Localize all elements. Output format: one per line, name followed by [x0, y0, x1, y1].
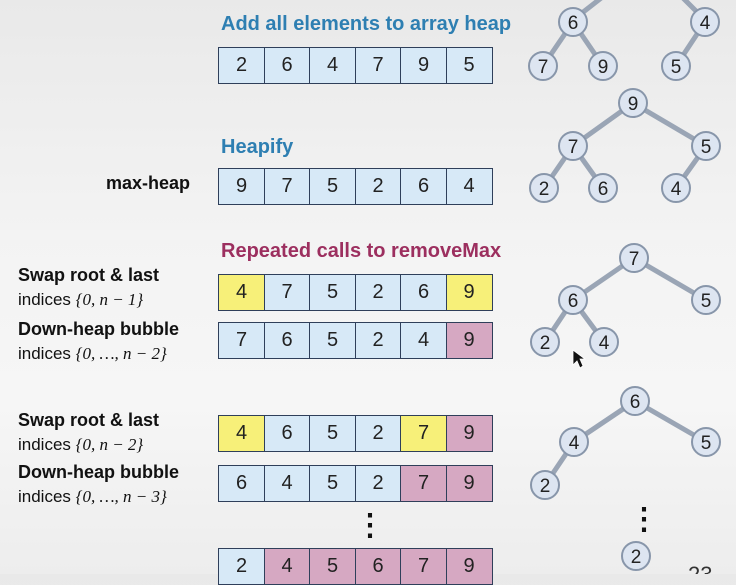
tree-after-removemax-2: 6 4 5 2 [530, 386, 721, 500]
tree-node: 9 [618, 88, 648, 118]
page-number: 23 [688, 562, 712, 574]
tree-node-label: 4 [671, 179, 682, 200]
tree-node: 5 [691, 427, 721, 457]
tree-node: 2 [529, 173, 559, 203]
tree-node: 9 [588, 51, 618, 81]
tree-node: 6 [558, 285, 588, 315]
tree-node: 7 [619, 243, 649, 273]
tree-node: 7 [528, 51, 558, 81]
heap-trees: 6 4 7 9 5 9 7 5 2 6 4 7 6 5 2 4 6 4 5 2 … [528, 0, 721, 574]
tree-node: 6 [558, 7, 588, 37]
tree-node-label: 9 [628, 94, 639, 115]
tree-node: 5 [691, 131, 721, 161]
tree-node-label: 7 [629, 249, 640, 270]
tree-node: 4 [589, 327, 619, 357]
tree-node: 7 [558, 131, 588, 161]
tree-node-label: 4 [569, 433, 580, 454]
tree-node-label: 4 [700, 13, 711, 34]
tree-initial: 6 4 7 9 5 [528, 0, 720, 81]
tree-after-removemax-1: 7 6 5 2 4 [530, 243, 721, 357]
tree-node-label: 6 [598, 179, 609, 200]
tree-node-label: 2 [631, 547, 642, 568]
tree-node-label: 2 [539, 179, 550, 200]
tree-node: 6 [620, 386, 650, 416]
tree-node-label: 9 [598, 57, 609, 78]
tree-node: 6 [588, 173, 618, 203]
tree-node-label: 5 [671, 57, 682, 78]
tree-node: 2 [621, 541, 651, 571]
tree-node-label: 5 [701, 137, 712, 158]
tree-node: 5 [691, 285, 721, 315]
tree-node-label: 5 [701, 291, 712, 312]
tree-node: 4 [559, 427, 589, 457]
tree-node-label: 7 [568, 137, 579, 158]
tree-node-label: 6 [568, 291, 579, 312]
tree-node-label: 5 [701, 433, 712, 454]
tree-node: 5 [661, 51, 691, 81]
tree-node-label: 4 [599, 333, 610, 354]
tree-maxheap: 9 7 5 2 6 4 [529, 88, 721, 203]
tree-node: 4 [690, 7, 720, 37]
tree-node-label: 6 [568, 13, 579, 34]
mouse-cursor-icon [572, 349, 587, 369]
tree-node-label: 2 [540, 333, 551, 354]
tree-node: 4 [661, 173, 691, 203]
tree-node-label: 6 [630, 392, 641, 413]
tree-node: 2 [530, 470, 560, 500]
tree-final: 2 [621, 541, 651, 571]
tree-node-label: 2 [540, 476, 551, 497]
tree-node-label: 7 [538, 57, 549, 78]
tree-node: 2 [530, 327, 560, 357]
